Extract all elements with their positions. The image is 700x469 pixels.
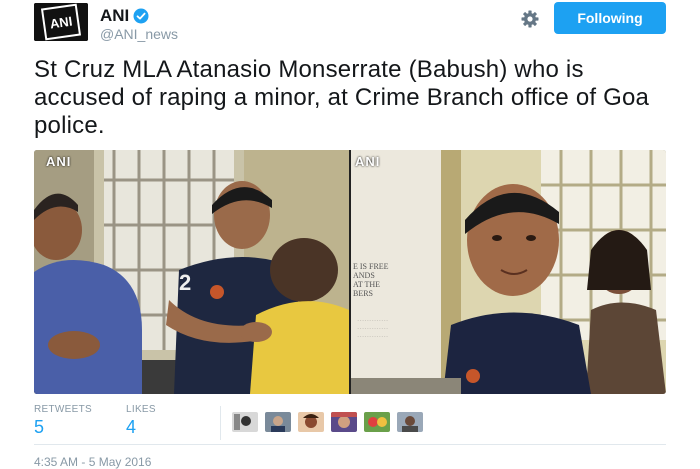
gear-icon[interactable]: [519, 9, 541, 29]
liker-avatar[interactable]: [298, 412, 324, 432]
liker-avatar[interactable]: [397, 412, 423, 432]
photo-right-image: ------------- ------------- ------------…: [351, 150, 666, 394]
avatar-text: ANI: [49, 14, 73, 32]
ani-logo-icon: ANI: [34, 3, 88, 41]
svg-text:-------------: -------------: [357, 326, 388, 331]
sign-line: AT THE: [353, 280, 381, 289]
avatar[interactable]: ANI: [34, 3, 88, 41]
liker-avatar[interactable]: [364, 412, 390, 432]
account-handle[interactable]: @ANI_news: [100, 26, 178, 42]
liker-avatar[interactable]: [232, 412, 258, 432]
photo-left[interactable]: 2 ANI: [34, 150, 349, 394]
retweets-stat[interactable]: RETWEETS 5: [34, 404, 92, 438]
following-button[interactable]: Following: [554, 2, 666, 34]
tweet-stats: RETWEETS 5 LIKES 4: [34, 404, 666, 442]
timestamp-divider: [34, 444, 666, 445]
photo-right[interactable]: ------------- ------------- ------------…: [351, 150, 666, 394]
account-name-row[interactable]: ANI: [100, 6, 149, 26]
photo-left-image: 2: [34, 150, 349, 394]
sign-text: E IS FREE ANDS AT THE BERS: [353, 262, 389, 298]
retweets-count[interactable]: 5: [34, 417, 92, 438]
liker-avatar[interactable]: [331, 412, 357, 432]
svg-text:2: 2: [179, 270, 191, 295]
tweet-text: St Cruz MLA Atanasio Monserrate (Babush)…: [34, 56, 650, 139]
tweet-timestamp[interactable]: 4:35 AM - 5 May 2016: [34, 455, 151, 469]
stats-divider: [220, 406, 221, 440]
likes-stat[interactable]: LIKES 4: [126, 404, 156, 438]
liker-avatar[interactable]: [265, 412, 291, 432]
watermark-left: ANI: [46, 154, 72, 169]
watermark-right: ANI: [355, 154, 381, 169]
likes-label: LIKES: [126, 404, 156, 415]
liker-avatars: [232, 412, 430, 432]
sign-line: BERS: [353, 289, 374, 298]
verified-badge-icon: [133, 8, 149, 24]
sign-line: E IS FREE: [353, 262, 389, 271]
tweet-header: ANI ANI @ANI_news Following: [0, 0, 700, 50]
svg-text:-------------: -------------: [357, 334, 388, 339]
retweets-label: RETWEETS: [34, 404, 92, 415]
sign-line: ANDS: [353, 271, 375, 280]
tweet-media[interactable]: 2 ANI ------------- ------------- ------…: [34, 150, 666, 394]
likes-count[interactable]: 4: [126, 417, 156, 438]
account-name[interactable]: ANI: [100, 6, 129, 26]
svg-text:-------------: -------------: [357, 318, 388, 323]
